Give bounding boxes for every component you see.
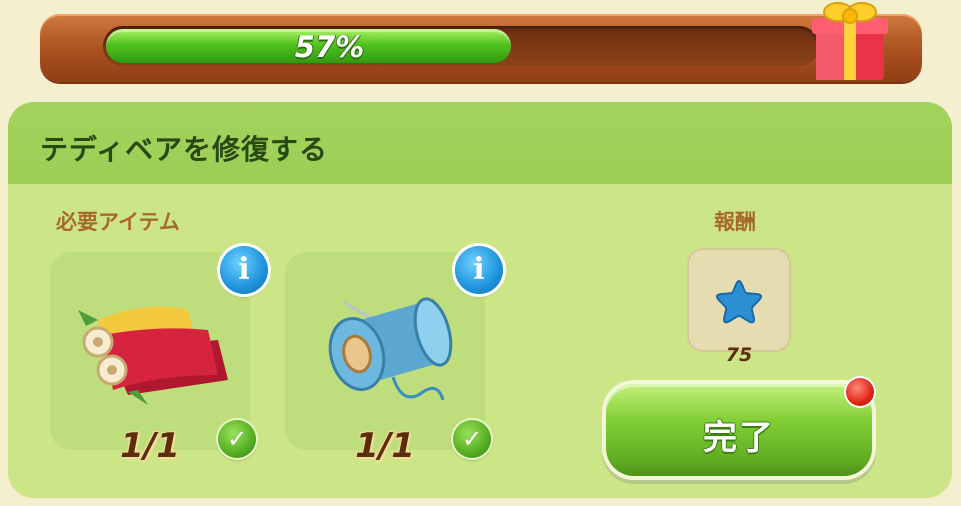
fabric-rolls-icon <box>78 306 228 405</box>
task-header: テディベアを修復する <box>8 102 952 184</box>
required-item-thread[interactable]: i ✓ 1/1 <box>285 246 503 466</box>
item-count: 1/1 <box>355 426 415 466</box>
thread-spool-icon <box>328 297 453 401</box>
progress-percent-text: 57% <box>294 30 365 64</box>
task-title: テディベアを修復する <box>40 133 329 166</box>
blue-star-icon <box>715 279 763 324</box>
reward-label: 報酬 <box>714 210 756 234</box>
progress-track: 57% <box>103 26 819 66</box>
complete-button[interactable]: 完了 <box>606 384 872 476</box>
info-icon[interactable]: i <box>220 246 268 294</box>
required-items-label: 必要アイテム <box>56 210 180 234</box>
reward-value: 75 <box>725 344 753 366</box>
required-item-fabric[interactable]: i ✓ 1/1 <box>50 246 268 466</box>
notification-dot <box>846 378 874 406</box>
progress-bar-frame: 57% <box>40 14 922 82</box>
checkmark-icon: ✓ <box>218 420 256 458</box>
reward-slot <box>687 248 791 352</box>
info-icon[interactable]: i <box>455 246 503 294</box>
task-panel: テディベアを修復する 必要アイテム 報酬 i ✓ 1/1 i ✓ 1/1 75 … <box>8 102 952 498</box>
gift-box-icon[interactable] <box>810 0 890 84</box>
complete-button-label: 完了 <box>703 418 775 458</box>
checkmark-icon: ✓ <box>453 420 491 458</box>
item-count: 1/1 <box>120 426 180 466</box>
